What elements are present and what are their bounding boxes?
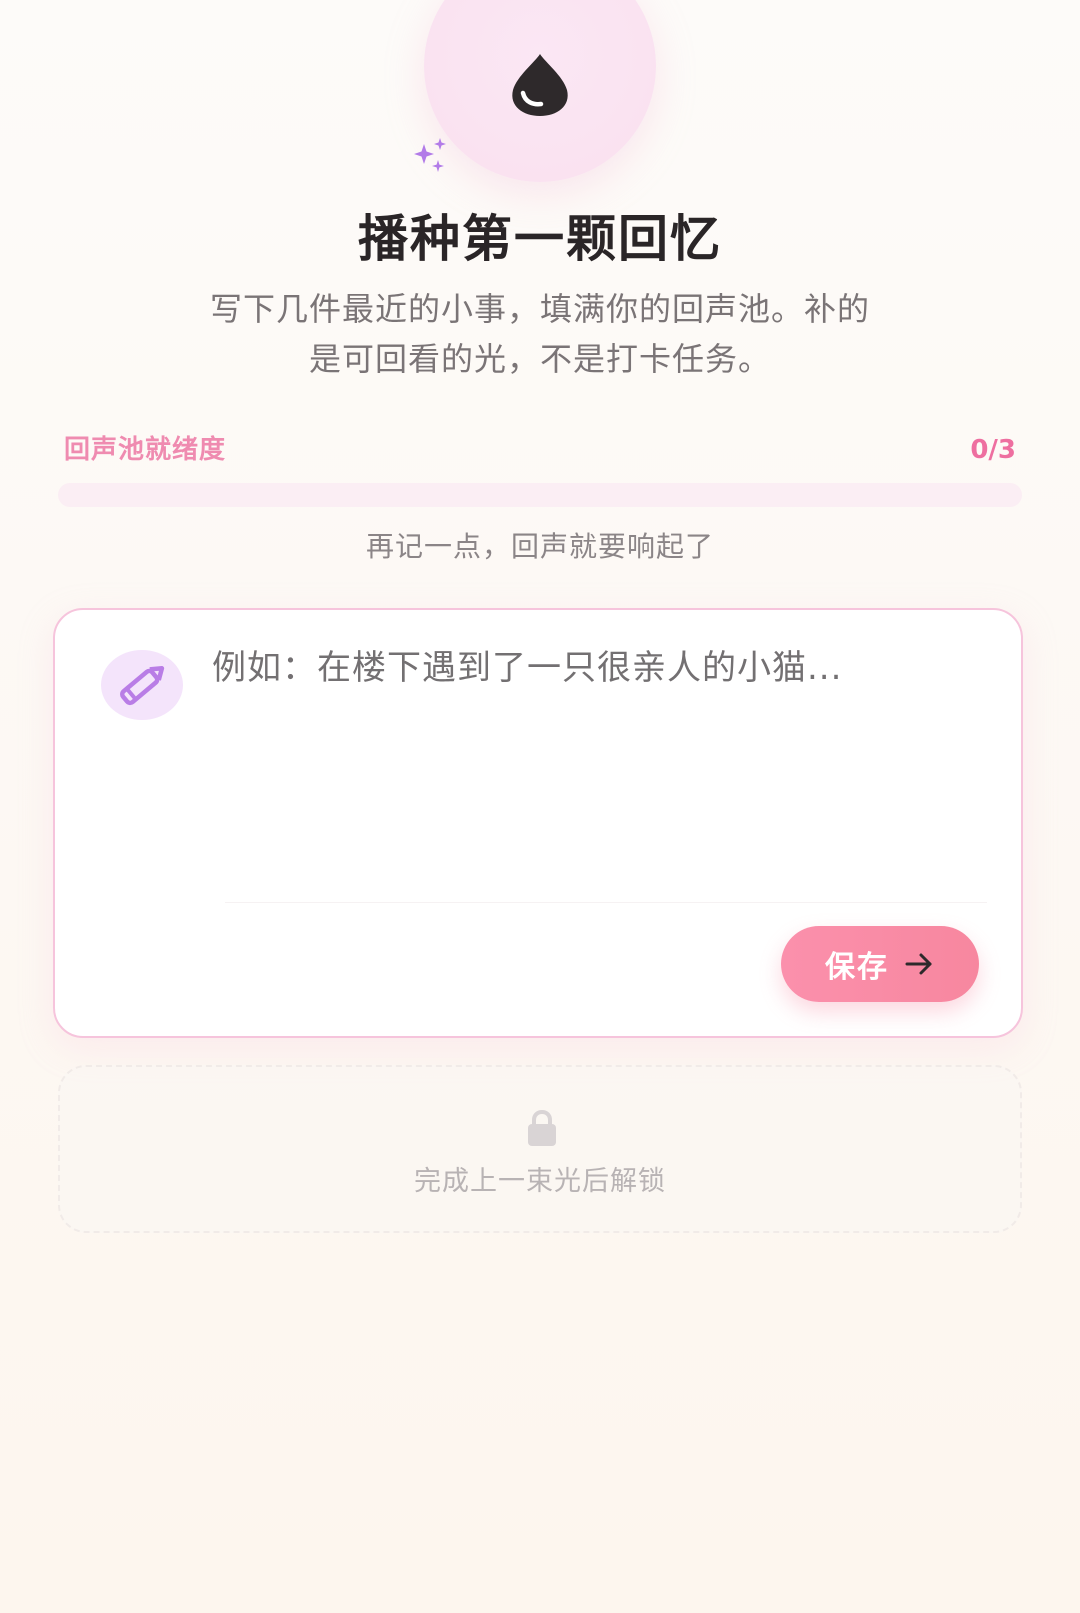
- save-button[interactable]: 保存: [781, 926, 979, 1002]
- progress-count: 0/3: [970, 435, 1016, 465]
- memory-input-card: 保存: [53, 608, 1023, 1038]
- arrow-right-icon: [905, 953, 932, 975]
- water-drop-icon: [512, 54, 568, 116]
- progress-label: 回声池就绪度: [64, 435, 227, 465]
- subtitle-line-2: 是可回看的光，不是打卡任务。: [308, 340, 771, 378]
- locked-label: 完成上一束光后解锁: [414, 1166, 666, 1197]
- progress-hint: 再记一点，回声就要响起了: [365, 530, 714, 563]
- locked-entry-card: 完成上一束光后解锁: [58, 1065, 1022, 1233]
- page-title: 播种第一颗回忆: [358, 210, 722, 268]
- pencil-icon-badge: [101, 650, 183, 720]
- sparkle-icon: [414, 138, 446, 172]
- lock-icon: [528, 1109, 556, 1146]
- memory-input[interactable]: [212, 644, 972, 874]
- page-subtitle: 写下几件最近的小事，填满你的回声池。补的 是可回看的光，不是打卡任务。: [150, 284, 930, 384]
- subtitle-line-1: 写下几件最近的小事，填满你的回声池。补的: [209, 290, 870, 328]
- progress-bar: [58, 483, 1022, 507]
- save-button-label: 保存: [825, 950, 889, 985]
- card-divider: [225, 902, 987, 903]
- pencil-icon: [120, 666, 165, 706]
